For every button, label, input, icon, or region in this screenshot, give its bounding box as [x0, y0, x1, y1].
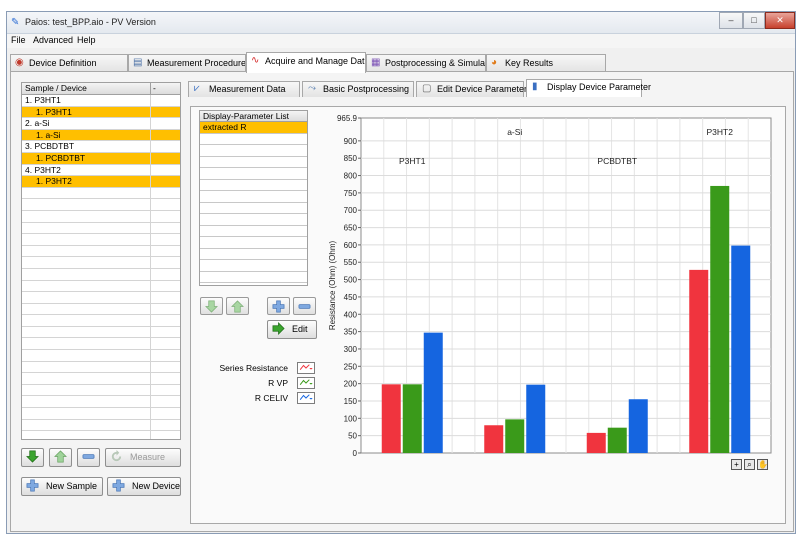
y-tick-label: 150 [344, 397, 358, 406]
bar-series-resistance-p3ht2[interactable] [689, 269, 709, 453]
y-tick-label: 350 [344, 328, 358, 337]
y-tick-label: 50 [348, 432, 357, 441]
y-tick-label: 650 [344, 224, 358, 233]
y-tick-label: 900 [344, 137, 358, 146]
y-tick-label: 450 [344, 293, 358, 302]
bars-icon: ▮ [532, 81, 538, 92]
y-tick-label: 100 [344, 414, 358, 423]
y-tick-label: 850 [344, 154, 358, 163]
y-tick-label: 200 [344, 380, 358, 389]
y-tick-label: 0 [353, 449, 358, 458]
y-tick-label: 800 [344, 172, 358, 181]
y-tick-label: 500 [344, 276, 358, 285]
tab-label: Acquire and Manage Data [265, 56, 366, 66]
resistance-bar-chart: 0 50 100 150 200 250 300 350 400 450 500 550 600 650 7… [328, 114, 772, 458]
bar-series-resistance-p3ht1[interactable] [381, 384, 401, 453]
tab-acquire-manage-data[interactable]: ∿ Acquire and Manage Data [246, 52, 366, 73]
bar-r-vp-pcbdtbt[interactable] [607, 427, 627, 453]
bar-series-resistance-pcbdtbt[interactable] [586, 432, 606, 453]
bar-series-resistance-a-si[interactable] [484, 425, 504, 453]
bar-r-vp-a-si[interactable] [505, 419, 525, 453]
category-label: P3HT1 [399, 156, 426, 166]
bar-r-celiv-pcbdtbt[interactable] [628, 399, 648, 453]
bar-r-celiv-p3ht2[interactable] [731, 245, 751, 453]
y-tick-label: 750 [344, 189, 358, 198]
tab-display-device-parameter[interactable]: ▮ Display Device Parameter [526, 79, 651, 97]
y-tick-label: 250 [344, 362, 358, 371]
zoom-icon[interactable]: ⌕ [744, 459, 755, 470]
category-label: PCBDTBT [597, 156, 637, 166]
y-tick-label: 700 [344, 206, 358, 215]
waveform-icon: ∿ [251, 55, 260, 66]
y-axis-label: Resistance (Ohm) (Ohm) [328, 240, 337, 330]
bar-r-vp-p3ht1[interactable] [402, 384, 422, 453]
pan-hand-icon[interactable]: ✋ [757, 459, 768, 470]
category-label: a-Si [507, 127, 522, 137]
crosshair-icon[interactable]: + [731, 459, 742, 470]
bar-r-vp-p3ht2[interactable] [710, 185, 730, 454]
bar-r-celiv-p3ht1[interactable] [423, 332, 443, 453]
category-label: P3HT2 [707, 127, 734, 137]
y-tick-label: 300 [344, 345, 358, 354]
tab-label: Display Device Parameter [547, 82, 652, 92]
bar-r-celiv-a-si[interactable] [526, 384, 546, 453]
screen: ✎ Paios: test_BPP.aio - PV Version – □ ✕… [0, 0, 800, 534]
y-tick-label: 965.9 [337, 114, 358, 123]
y-tick-label: 550 [344, 258, 358, 267]
y-tick-label: 600 [344, 241, 358, 250]
y-tick-label: 400 [344, 310, 358, 319]
